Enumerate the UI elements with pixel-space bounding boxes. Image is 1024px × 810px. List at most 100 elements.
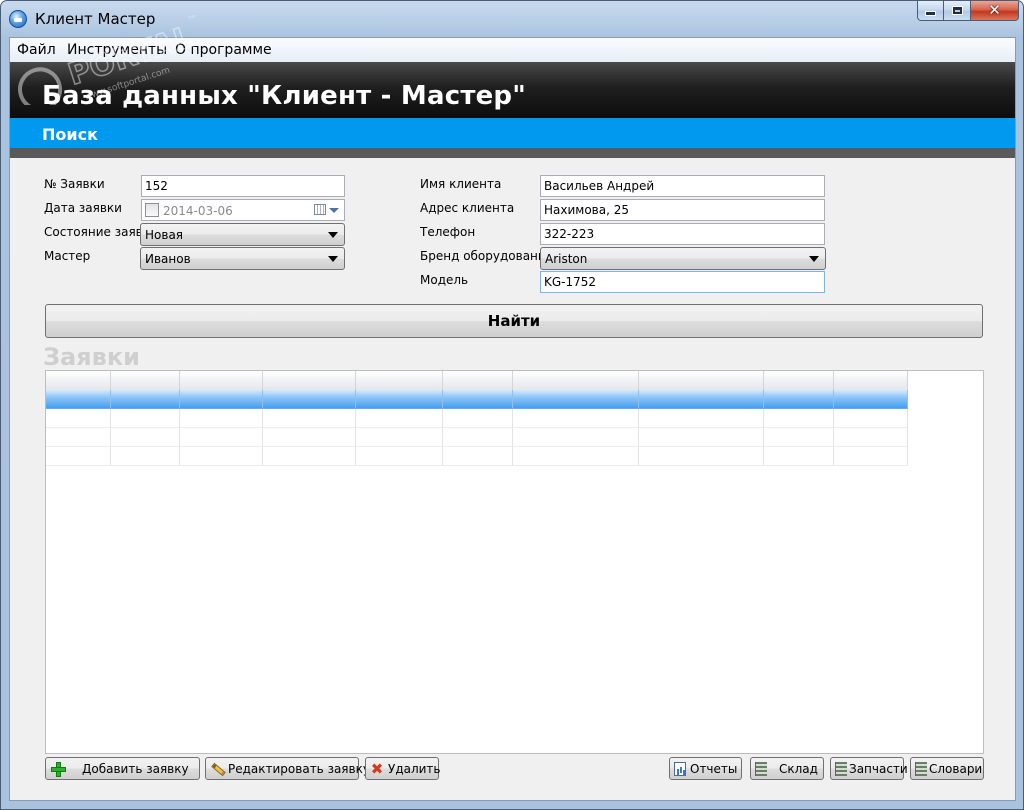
table-cell: [46, 428, 111, 447]
reports-label: Отчеты: [690, 761, 738, 776]
parts-icon: [835, 761, 847, 776]
warehouse-button[interactable]: Склад: [750, 757, 824, 780]
menu-bar: Файл Инструменты О программе: [10, 38, 1015, 62]
table-row[interactable]: [46, 390, 908, 409]
minimize-icon: [926, 12, 935, 15]
column-header[interactable]: [180, 371, 263, 390]
date-picker[interactable]: 2014-03-06: [141, 199, 345, 221]
column-header[interactable]: [764, 371, 834, 390]
table-cell: [513, 428, 639, 447]
brand-value: Ariston: [545, 252, 588, 266]
close-button[interactable]: ✕: [971, 1, 1019, 21]
edit-order-button[interactable]: Редактировать заявку: [205, 757, 370, 780]
find-button[interactable]: Найти: [45, 304, 983, 338]
table-cell: [443, 390, 513, 409]
column-header[interactable]: [263, 371, 356, 390]
table-cell: [834, 447, 908, 466]
table-cell: [764, 447, 834, 466]
table-cell: [263, 447, 356, 466]
client-area: Файл Инструменты О программе База данных…: [9, 37, 1016, 801]
delete-order-button[interactable]: ✖ Удалить: [365, 757, 441, 780]
menu-tools[interactable]: Инструменты: [67, 42, 167, 58]
table-cell: [639, 390, 764, 409]
column-header[interactable]: [356, 371, 443, 390]
brand-label: Бренд оборудования: [420, 249, 540, 263]
table-cell: [180, 428, 263, 447]
orders-section-title: Заявки: [43, 343, 140, 371]
app-window: Клиент Мастер ✕ Файл Инструменты О прогр…: [0, 0, 1024, 810]
add-order-button[interactable]: Добавить заявку: [45, 757, 200, 780]
orders-table[interactable]: [45, 370, 984, 754]
status-select[interactable]: Новая: [140, 223, 345, 246]
master-select[interactable]: Иванов: [140, 247, 345, 270]
column-header[interactable]: [834, 371, 908, 390]
order-no-field[interactable]: [141, 175, 345, 197]
menu-about[interactable]: О программе: [175, 42, 272, 58]
chevron-down-icon: [328, 256, 338, 262]
table-cell: [639, 447, 764, 466]
status-label: Состояние заявки: [44, 225, 140, 239]
date-checkbox[interactable]: [145, 203, 159, 217]
table-header: [46, 371, 908, 391]
plus-icon: [50, 761, 66, 777]
column-header[interactable]: [111, 371, 180, 390]
calendar-icon[interactable]: [314, 204, 326, 215]
table-row[interactable]: [46, 428, 908, 447]
table-cell: [111, 409, 180, 428]
chevron-down-icon: [328, 232, 338, 238]
minimize-button[interactable]: [917, 1, 944, 21]
table-cell: [513, 447, 639, 466]
table-cell: [356, 428, 443, 447]
table-row[interactable]: [46, 409, 908, 428]
table-cell: [834, 390, 908, 409]
table-cell: [834, 428, 908, 447]
title-bar[interactable]: Клиент Мастер ✕: [1, 1, 1023, 37]
model-label: Модель: [420, 273, 469, 287]
column-header[interactable]: [513, 371, 639, 390]
table-cell: [639, 428, 764, 447]
warehouse-icon: [755, 761, 767, 776]
table-cell: [764, 428, 834, 447]
date-label: Дата заявки: [44, 201, 122, 215]
date-value: 2014-03-06: [163, 204, 233, 218]
table-cell: [180, 390, 263, 409]
table-cell: [443, 447, 513, 466]
table-cell: [513, 409, 639, 428]
brand-select[interactable]: Ariston: [540, 247, 826, 270]
header-band: База данных "Клиент - Мастер": [10, 62, 1015, 118]
client-address-field[interactable]: [540, 199, 825, 221]
column-header[interactable]: [443, 371, 513, 390]
table-cell: [764, 409, 834, 428]
phone-field[interactable]: [540, 223, 825, 245]
chevron-down-icon: [809, 256, 819, 262]
table-cell: [356, 447, 443, 466]
table-cell: [263, 409, 356, 428]
menu-file[interactable]: Файл: [17, 42, 56, 58]
column-header[interactable]: [639, 371, 764, 390]
window-controls: ✕: [917, 1, 1019, 23]
table-cell: [356, 409, 443, 428]
phone-label: Телефон: [420, 225, 476, 239]
pencil-icon: [210, 761, 226, 777]
dictionaries-icon: [915, 761, 927, 776]
reports-button[interactable]: Отчеты: [669, 757, 742, 780]
maximize-icon: [952, 7, 962, 14]
client-name-label: Имя клиента: [420, 177, 502, 191]
column-header[interactable]: [46, 371, 111, 390]
table-cell: [111, 447, 180, 466]
master-value: Иванов: [145, 252, 191, 266]
maximize-button[interactable]: [944, 1, 971, 21]
client-name-field[interactable]: [540, 175, 825, 197]
dictionaries-button[interactable]: Словари: [910, 757, 984, 780]
chevron-down-icon[interactable]: [329, 208, 339, 213]
delete-icon: ✖: [370, 759, 384, 778]
edit-order-label: Редактировать заявку: [228, 761, 370, 776]
table-row[interactable]: [46, 447, 908, 466]
delete-order-label: Удалить: [388, 761, 441, 776]
client-address-label: Адрес клиента: [420, 201, 515, 215]
parts-button[interactable]: Запчасти: [830, 757, 908, 780]
parts-label: Запчасти: [849, 761, 908, 776]
table-cell: [46, 390, 111, 409]
model-field[interactable]: [540, 271, 825, 293]
order-no-label: № Заявки: [44, 177, 105, 191]
